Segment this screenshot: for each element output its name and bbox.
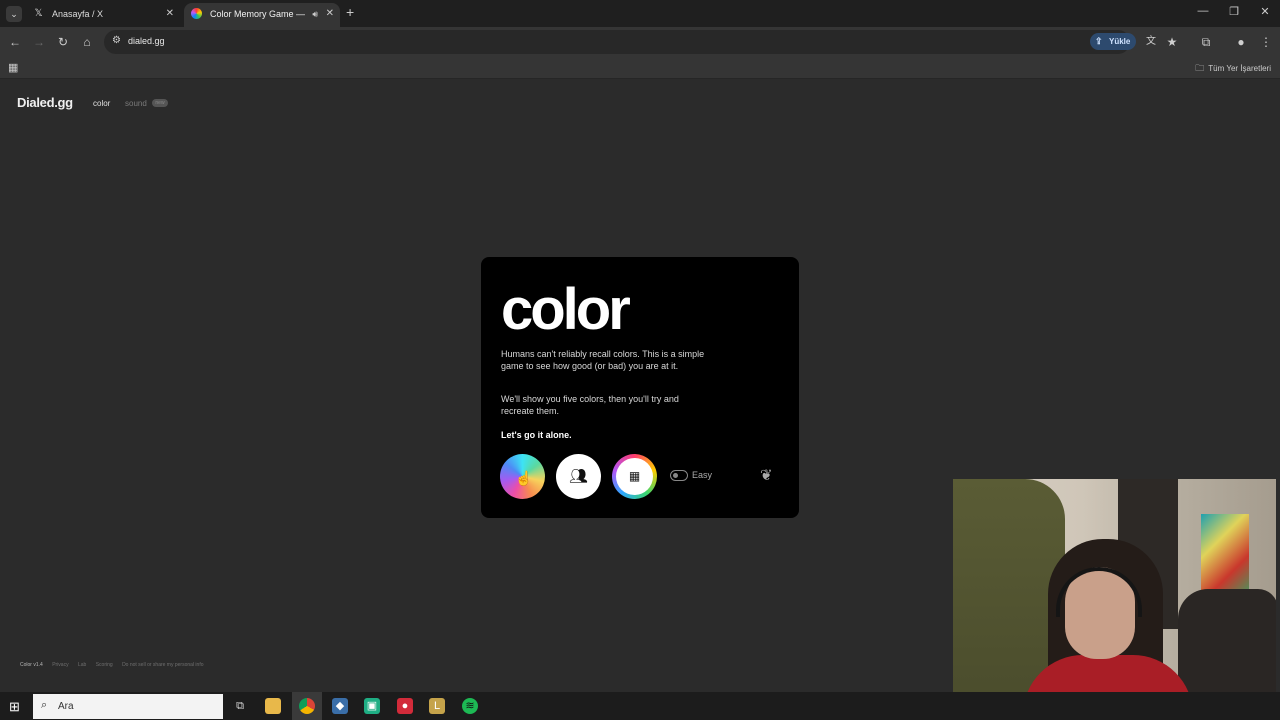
search-placeholder: Ara bbox=[58, 701, 74, 712]
x-logo-icon: 𝕏 bbox=[34, 8, 43, 19]
webcam-overlay bbox=[953, 479, 1276, 716]
leaderboard-laurel-icon[interactable]: ❦ bbox=[760, 466, 773, 484]
upload-icon: ⇪ bbox=[1095, 36, 1103, 46]
folder-icon: 🗀︎ bbox=[1195, 63, 1205, 73]
nav-link-sound[interactable]: sound bbox=[125, 99, 147, 108]
site-footer: Color v1.4 Privacy Lab Scoring Do not se… bbox=[20, 662, 212, 668]
forward-icon[interactable]: → bbox=[31, 34, 47, 50]
footer-link-privacy-choices[interactable]: Do not sell or share my personal info bbox=[122, 662, 203, 668]
nav-link-color[interactable]: color bbox=[93, 99, 110, 108]
chrome-icon[interactable] bbox=[299, 698, 315, 714]
app-icon[interactable]: ● bbox=[397, 698, 413, 714]
calendar-icon: ▦ bbox=[616, 458, 653, 495]
app-icon[interactable]: ◆ bbox=[332, 698, 348, 714]
new-badge: new bbox=[152, 99, 168, 107]
windows-start-icon[interactable]: ⊞ bbox=[9, 699, 20, 715]
bookmark-star-icon[interactable]: ★ bbox=[1164, 34, 1180, 50]
group-icon: 👥︎ bbox=[568, 468, 589, 485]
bookmarks-bar: ▦ 🗀︎ Tüm Yer İşaretleri bbox=[0, 57, 1280, 79]
windows-taskbar: ⊞ ⌕ Ara ⧉ ◆ ▣ ● L ≋ bbox=[0, 692, 1280, 720]
footer-link-lab[interactable]: Lab bbox=[78, 662, 86, 668]
close-tab-icon[interactable]: ✕ bbox=[166, 3, 174, 25]
browser-tab-strip: ⌄ 𝕏 Anasayfa / X ✕ Color Memory Game — H… bbox=[0, 0, 1280, 27]
back-icon[interactable]: ← bbox=[7, 34, 23, 50]
daily-mode-button[interactable]: ▦ bbox=[612, 454, 657, 499]
translate-icon[interactable]: 文 bbox=[1143, 34, 1159, 50]
toggle-knob bbox=[673, 473, 678, 478]
upload-button[interactable]: ⇪ Yükle bbox=[1090, 33, 1137, 50]
solo-mode-button[interactable]: ☝ bbox=[500, 454, 545, 499]
hand-cursor-icon: ☝ bbox=[515, 470, 533, 486]
reload-icon[interactable]: ↻ bbox=[55, 34, 71, 50]
extensions-icon[interactable]: ⧉ bbox=[1198, 34, 1214, 50]
spotify-icon[interactable]: ≋ bbox=[462, 698, 478, 714]
taskbar-search-input[interactable]: ⌕ Ara bbox=[33, 694, 223, 719]
instructions-paragraph: We'll show you five colors, then you'll … bbox=[501, 394, 679, 416]
speaker-icon[interactable]: 🔊︎ bbox=[312, 3, 318, 25]
close-tab-icon[interactable]: ✕ bbox=[326, 3, 334, 25]
browser-tab-active[interactable]: Color Memory Game — Ho 🔊︎ ✕ bbox=[184, 3, 340, 27]
apps-grid-icon[interactable]: ▦ bbox=[8, 61, 18, 74]
new-tab-button[interactable]: + bbox=[346, 4, 354, 20]
task-view-icon[interactable]: ⧉ bbox=[232, 698, 248, 714]
browser-toolbar: ← → ↻ ⌂ ⚙ dialed.gg ⇪ Yükle 文 ★ ⧉ ● ⋮ bbox=[0, 27, 1280, 57]
tab-title: Anasayfa / X bbox=[52, 9, 104, 19]
footer-link-scoring[interactable]: Scoring bbox=[96, 662, 113, 668]
search-icon: ⌕ bbox=[41, 699, 48, 711]
version-label: Color v1.4 bbox=[20, 662, 43, 668]
menu-icon[interactable]: ⋮ bbox=[1258, 34, 1274, 50]
multiplayer-mode-button[interactable]: 👥︎ bbox=[556, 454, 601, 499]
easy-mode-toggle[interactable] bbox=[670, 470, 688, 481]
site-logo[interactable]: Dialed.gg bbox=[17, 95, 73, 110]
easy-mode-label: Easy bbox=[692, 470, 713, 480]
color-wheel-icon bbox=[191, 8, 202, 19]
tab-title: Color Memory Game — Ho bbox=[210, 9, 308, 19]
address-bar[interactable]: ⚙ dialed.gg bbox=[104, 30, 1130, 54]
app-icon[interactable]: L bbox=[429, 698, 445, 714]
footer-link-privacy[interactable]: Privacy bbox=[52, 662, 68, 668]
site-info-icon[interactable]: ⚙ bbox=[112, 35, 124, 47]
file-explorer-icon[interactable] bbox=[265, 698, 281, 714]
minimize-icon[interactable]: — bbox=[1196, 5, 1210, 17]
webcam-painting bbox=[1201, 514, 1249, 599]
restore-icon[interactable]: ❐ bbox=[1227, 5, 1241, 18]
app-icon[interactable]: ▣ bbox=[364, 698, 380, 714]
all-bookmarks-button[interactable]: 🗀︎ Tüm Yer İşaretleri bbox=[1195, 61, 1271, 77]
close-window-icon[interactable]: ✕ bbox=[1258, 5, 1272, 18]
profile-icon[interactable]: ● bbox=[1233, 34, 1249, 50]
tab-search-button[interactable]: ⌄ bbox=[6, 6, 22, 22]
browser-tab[interactable]: 𝕏 Anasayfa / X ✕ bbox=[26, 3, 180, 27]
url-text: dialed.gg bbox=[128, 36, 165, 46]
game-card: color Humans can't reliably recall color… bbox=[481, 257, 799, 518]
card-title: color bbox=[501, 277, 631, 342]
mode-caption: Let's go it alone. bbox=[501, 430, 572, 440]
intro-paragraph: Humans can't reliably recall colors. Thi… bbox=[501, 349, 705, 371]
home-icon[interactable]: ⌂ bbox=[79, 34, 95, 50]
